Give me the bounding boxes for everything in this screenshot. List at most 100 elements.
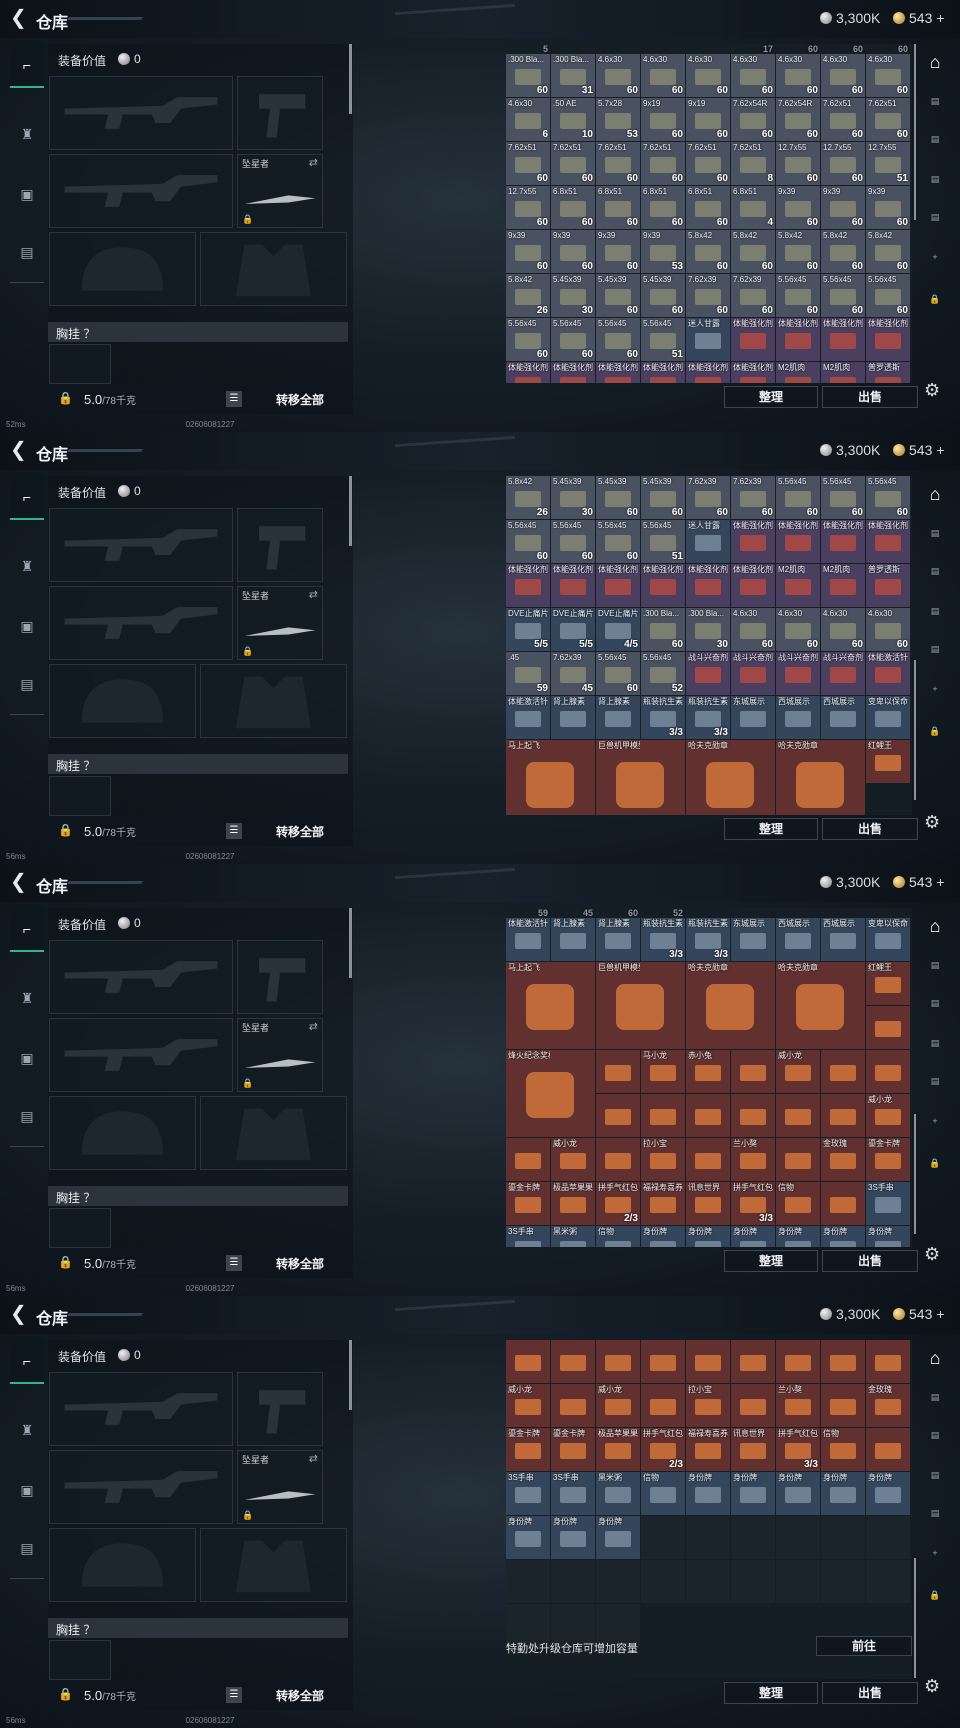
inventory-item[interactable]: 7.62x54R 60 [731,98,775,141]
inventory-item[interactable]: 威小龙 [506,1384,550,1427]
add-tab-icon[interactable]: + [923,1548,947,1570]
inventory-item[interactable]: 9x19 60 [641,98,685,141]
sort-button[interactable]: 整理 [724,386,818,408]
inventory-item[interactable]: 威小龙 [776,1050,820,1093]
inventory-item[interactable]: 5.56x45 60 [506,318,550,361]
warehouse-scrollbar[interactable] [914,660,916,800]
inventory-item[interactable] [641,1340,685,1383]
inventory-item[interactable]: 体能强化剂 [731,362,775,383]
inventory-item[interactable] [866,1006,910,1049]
backpack-icon[interactable]: ▣ [10,1036,44,1080]
inventory-item[interactable]: 4.6x30 60 [596,54,640,97]
inventory-item[interactable] [821,1384,865,1427]
inventory-item[interactable]: 身份牌 [821,1226,865,1247]
swap-icon[interactable]: ⇄ [309,588,318,601]
backpack-icon[interactable]: ▣ [10,1468,44,1512]
inventory-item[interactable] [551,1340,595,1383]
tab-stash-3[interactable]: ▤ [923,1038,947,1060]
sell-button[interactable]: 出售 [822,818,918,840]
inventory-item[interactable]: 威小龙 [551,1138,595,1181]
inventory-item[interactable] [506,1138,550,1181]
inventory-item[interactable]: 威小龙 [596,1384,640,1427]
inventory-item[interactable]: 拼手气红包 3/3 [776,1428,820,1471]
empty-slot[interactable] [731,1560,775,1603]
inventory-item[interactable] [686,1094,730,1137]
inventory-item[interactable] [596,1050,640,1093]
inventory-item[interactable]: 体能激活针 [506,696,550,739]
inventory-item[interactable]: 7.62x39 60 [731,476,775,519]
inventory-item[interactable]: 讯息世界 [686,1182,730,1225]
helmet-icon[interactable]: ♜ [10,112,44,156]
lock-tab-icon[interactable]: 🔒 [923,1590,947,1612]
inventory-item[interactable]: 体能强化剂 [776,520,820,563]
inventory-item[interactable]: 瓶装抗生素 3/3 [686,918,730,961]
inventory-item[interactable]: .300 Bla... 60 [506,54,550,97]
inventory-item[interactable]: 6.8x51 60 [551,186,595,229]
empty-slot[interactable] [686,1560,730,1603]
chest-rig-slot[interactable] [49,776,111,816]
inventory-item[interactable]: 战斗兴奋剂 [776,652,820,695]
inventory-item[interactable]: 肾上腺素 [596,918,640,961]
warehouse-icon[interactable]: ⌂ [923,484,947,506]
briefcase-icon[interactable]: ▤ [10,1094,44,1138]
inventory-item[interactable]: 9x39 60 [821,186,865,229]
inventory-item[interactable]: 拉小宝 [641,1138,685,1181]
lock-tab-icon[interactable]: 🔒 [923,1158,947,1180]
settings-gear-icon[interactable]: ⚙ [924,380,940,401]
inventory-item[interactable]: 战斗兴奋剂 [731,652,775,695]
inventory-item[interactable]: 赤小兔 [686,1050,730,1093]
inventory-item[interactable]: 5.45x39 30 [551,274,595,317]
helmet-slot[interactable] [49,664,196,738]
inventory-item[interactable]: 5.56x45 60 [776,274,820,317]
inventory-item[interactable]: 6.8x51 60 [641,186,685,229]
inventory-item[interactable]: 12.7x55 51 [866,142,910,185]
tab-stash-1[interactable]: ▤ [923,96,947,118]
inventory-item[interactable]: 5.45x39 30 [551,476,595,519]
inventory-item[interactable]: 兰小獒 [731,1138,775,1181]
gun-icon[interactable]: ⌐ [10,476,44,520]
inventory-item[interactable]: 7.62x51 60 [641,142,685,185]
tab-stash-3[interactable]: ▤ [923,606,947,628]
list-icon[interactable]: ☰ [226,1255,242,1271]
inventory-item[interactable]: 9x39 60 [866,186,910,229]
add-currency-icon[interactable]: + [936,1306,944,1322]
tab-stash-2[interactable]: ▤ [923,566,947,588]
inventory-item[interactable] [641,1384,685,1427]
inventory-item[interactable]: M2肌肉 [821,362,865,383]
inventory-item[interactable]: 西城展示 [776,918,820,961]
empty-slot[interactable] [641,1516,685,1559]
inventory-item[interactable]: 体能强化剂 [506,362,550,383]
inventory-item[interactable]: 东城展示 [731,696,775,739]
tab-stash-2[interactable]: ▤ [923,134,947,156]
inventory-item[interactable]: 拼手气红包 2/3 [641,1428,685,1471]
inventory-item[interactable]: .45 59 [506,652,550,695]
gold-currency[interactable]: 543 + [893,442,945,458]
inventory-item[interactable]: 迷人甘露 [686,318,730,361]
inventory-item[interactable]: 12.7x55 60 [821,142,865,185]
inventory-item[interactable]: 极品苹果果 [551,1182,595,1225]
inventory-item[interactable] [596,1138,640,1181]
inventory-item[interactable]: 身份牌 [776,1472,820,1515]
inventory-item[interactable]: .50 AE 10 [551,98,595,141]
inventory-item[interactable]: 7.62x51 60 [821,98,865,141]
inventory-item[interactable]: 5.56x45 60 [596,318,640,361]
inventory-item[interactable] [596,1340,640,1383]
inventory-item[interactable]: M2肌肉 [776,362,820,383]
inventory-item[interactable]: 5.56x45 60 [506,520,550,563]
add-tab-icon[interactable]: + [923,252,947,274]
inventory-item[interactable]: 信物 [596,1226,640,1247]
tab-stash-3[interactable]: ▤ [923,174,947,196]
transfer-all-button[interactable]: 转移全部 [276,391,324,408]
helmet-slot[interactable] [49,232,196,306]
settings-gear-icon[interactable]: ⚙ [924,812,940,833]
empty-slot[interactable] [731,1516,775,1559]
tab-stash-1[interactable]: ▤ [923,1392,947,1414]
inventory-item[interactable]: 拉小宝 [686,1384,730,1427]
inventory-item[interactable]: 4.6x30 60 [641,54,685,97]
equipment-scrollbar[interactable] [349,44,352,114]
inventory-item[interactable] [821,1340,865,1383]
armor-slot[interactable] [200,232,347,306]
inventory-item[interactable]: 7.62x39 60 [686,476,730,519]
inventory-item[interactable]: 东城展示 [731,918,775,961]
tab-stash-4[interactable]: ▤ [923,1508,947,1530]
